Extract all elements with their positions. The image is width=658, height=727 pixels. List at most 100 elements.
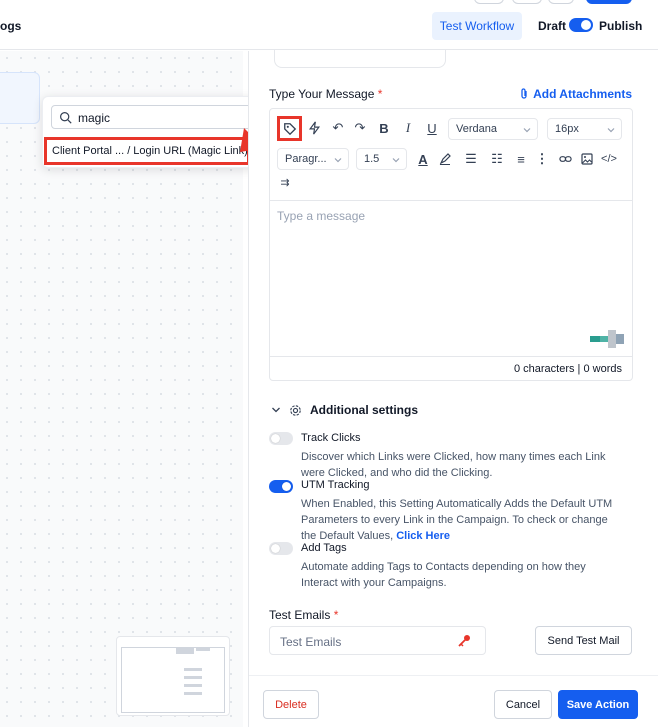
save-action-button[interactable]: Save Action	[558, 690, 638, 719]
track-clicks-title: Track Clicks	[301, 432, 361, 444]
font-family-value: Verdana	[456, 123, 497, 135]
top-bar: ogs Test Workflow Draft Publish	[0, 0, 658, 50]
publish-label: Publish	[599, 19, 643, 33]
redo-icon: ↷	[354, 120, 366, 135]
highlight-icon	[439, 153, 451, 165]
undo-button[interactable]: ↶	[328, 118, 348, 138]
underline-icon: U	[427, 120, 437, 136]
utm-tracking-title: UTM Tracking	[301, 479, 370, 491]
search-icon	[60, 112, 72, 124]
custom-values-button[interactable]	[277, 116, 302, 141]
key-icon[interactable]	[457, 634, 471, 648]
chevron-down-icon	[523, 128, 531, 133]
previous-field-stub	[274, 49, 446, 68]
publish-toggle[interactable]	[569, 18, 593, 32]
add-tags-description: Automate adding Tags to Contacts dependi…	[301, 561, 586, 589]
undo-icon: ↶	[332, 120, 344, 135]
align-button[interactable]: ≡	[511, 149, 531, 169]
add-attachments-label: Add Attachments	[533, 87, 632, 101]
attachment-icon	[521, 88, 527, 99]
tab-logs[interactable]: ogs	[0, 19, 21, 33]
add-tags-toggle[interactable]	[269, 542, 293, 555]
track-clicks-toggle[interactable]	[269, 432, 293, 445]
chevron-down-icon	[392, 158, 400, 163]
paragraph-value: Paragr...	[285, 153, 327, 165]
font-family-select[interactable]: Verdana	[448, 118, 538, 140]
trigger-links-button[interactable]	[304, 118, 324, 138]
grammar-extension-icon	[590, 330, 624, 348]
bold-button[interactable]: B	[374, 118, 394, 138]
more-icon: ⋮	[535, 151, 549, 166]
search-result-item[interactable]: Client Portal ... / Login URL (Magic Lin…	[44, 137, 250, 165]
track-clicks-description: Discover which Links were Clicked, how m…	[301, 451, 606, 479]
cancel-button[interactable]: Cancel	[494, 690, 552, 719]
editor-footer-divider	[270, 356, 632, 357]
chevron-down-icon	[334, 158, 342, 163]
text-color-icon: A	[418, 151, 428, 167]
utm-click-here-link[interactable]: Click Here	[396, 530, 450, 542]
redo-button[interactable]: ↷	[350, 118, 370, 138]
numbered-list-button[interactable]: ☷	[487, 149, 507, 169]
insert-image-button[interactable]	[577, 149, 597, 169]
numbered-list-icon: ☷	[491, 151, 503, 166]
send-test-mail-button[interactable]: Send Test Mail	[535, 626, 632, 655]
minimap-node	[184, 668, 202, 671]
underline-button[interactable]: U	[422, 118, 442, 138]
bullet-list-icon: ☰	[465, 151, 477, 166]
workflow-node[interactable]	[0, 72, 40, 124]
tag-icon	[283, 122, 296, 135]
test-emails-input[interactable]: Test Emails	[269, 626, 486, 655]
line-height-value: 1.5	[364, 153, 380, 165]
message-editor: ↶ ↷ B I U Verdana 16px Paragr... 1.5 A ☰…	[269, 108, 633, 381]
character-word-count: 0 characters | 0 words	[513, 363, 622, 375]
additional-settings-toggle[interactable]: Additional settings	[271, 403, 418, 417]
more-options-button[interactable]: ⋮	[532, 149, 552, 169]
source-code-button[interactable]: </>	[599, 149, 619, 169]
draft-label: Draft	[538, 19, 567, 33]
minimap-node	[196, 648, 210, 651]
search-value: magic	[78, 111, 111, 125]
test-emails-placeholder: Test Emails	[280, 635, 342, 649]
toolbar-divider	[270, 200, 632, 201]
utm-tracking-toggle[interactable]	[269, 480, 293, 493]
test-emails-label: Test Emails *	[269, 608, 339, 622]
minimap-node	[184, 692, 202, 695]
link-icon	[558, 156, 572, 162]
add-tags-title: Add Tags	[301, 542, 347, 554]
align-icon: ≡	[517, 151, 525, 167]
top-primary-button-stub[interactable]	[586, 0, 632, 4]
gear-icon	[290, 404, 301, 416]
test-workflow-button[interactable]: Test Workflow	[432, 12, 522, 40]
chevron-down-icon	[607, 128, 615, 133]
bold-icon: B	[379, 120, 389, 136]
flash-icon	[308, 121, 320, 135]
add-attachments-link[interactable]: Add Attachments	[519, 87, 632, 101]
italic-button[interactable]: I	[398, 118, 418, 138]
minimap-viewport	[121, 647, 225, 713]
highlight-button[interactable]	[435, 149, 455, 169]
top-control-stub	[474, 0, 504, 4]
chevron-down-icon	[272, 407, 280, 413]
indent-button[interactable]: ⇉	[275, 172, 295, 192]
message-body-input[interactable]: Type a message	[277, 209, 365, 223]
footer-divider	[249, 675, 658, 676]
font-size-value: 16px	[555, 123, 579, 135]
action-settings-panel: Type Your Message * Add Attachments ↶ ↷ …	[248, 49, 658, 727]
delete-button[interactable]: Delete	[263, 690, 319, 719]
utm-tracking-description: When Enabled, this Setting Automatically…	[301, 498, 613, 542]
top-control-stub	[548, 0, 574, 4]
text-color-button[interactable]: A	[413, 149, 433, 169]
line-height-select[interactable]: 1.5	[356, 148, 407, 170]
message-label: Type Your Message *	[269, 87, 383, 101]
minimap-node	[176, 648, 194, 654]
insert-link-button[interactable]	[555, 149, 575, 169]
top-control-stub	[512, 0, 542, 4]
minimap-node	[184, 676, 202, 679]
minimap[interactable]	[116, 636, 230, 716]
additional-settings-title: Additional settings	[310, 403, 418, 417]
indent-icon: ⇉	[280, 176, 290, 189]
paragraph-format-select[interactable]: Paragr...	[277, 148, 349, 170]
font-size-select[interactable]: 16px	[547, 118, 622, 140]
minimap-node	[184, 684, 202, 687]
bullet-list-button[interactable]: ☰	[461, 149, 481, 169]
